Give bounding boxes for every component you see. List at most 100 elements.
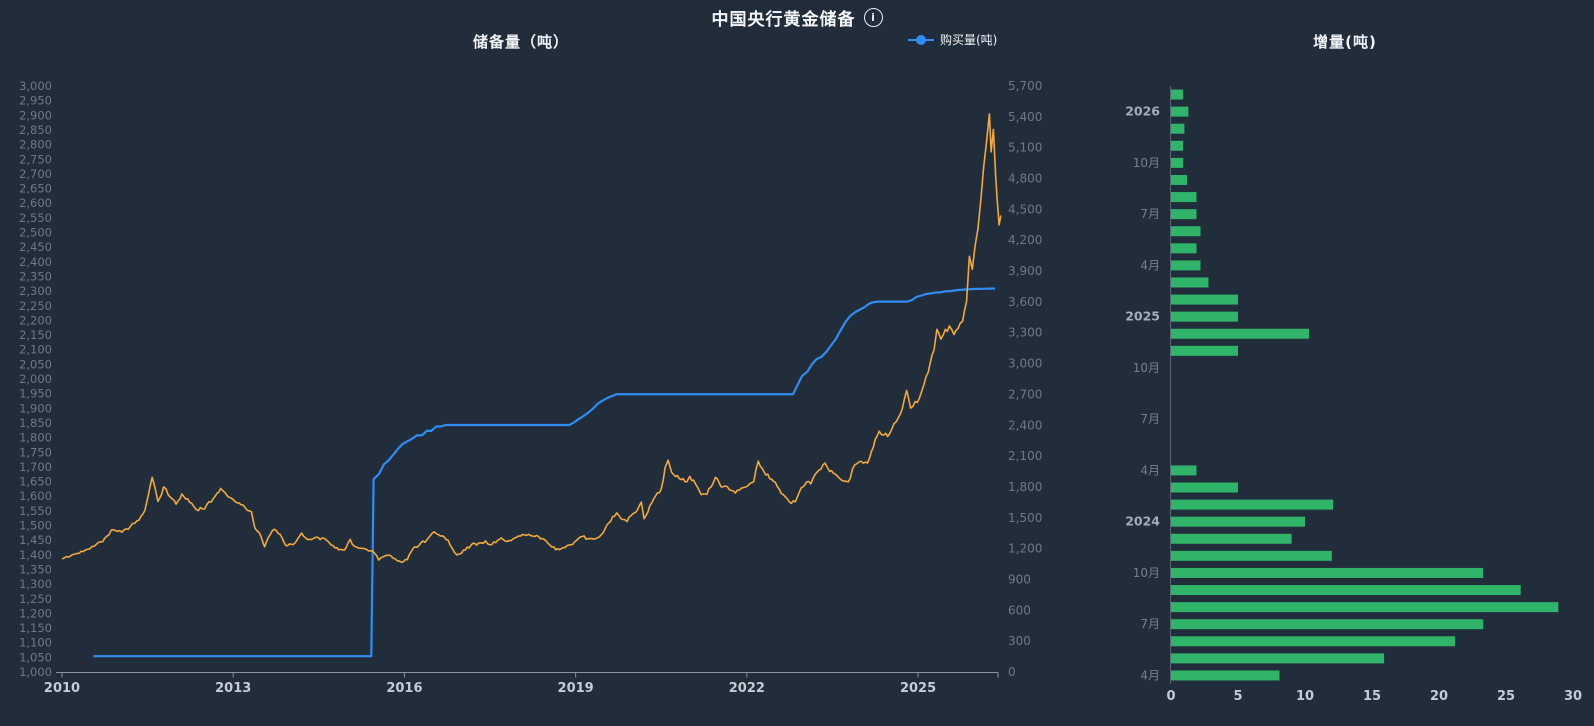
- left-y-axis-label: 1,700: [19, 460, 52, 474]
- gold-reserve-dashboard: 中国央行黄金储备 i 储备量（吨） 购买量(吨) 增量(吨) 3,0002,95…: [0, 0, 1594, 726]
- left-y-axis-label: 2,900: [19, 108, 52, 122]
- bar-month-label: 7月: [1140, 207, 1160, 221]
- left-y-axis-label: 1,600: [19, 489, 52, 503]
- bar-month-label: 10月: [1133, 361, 1160, 375]
- x-axis-year-label: 2022: [729, 681, 765, 696]
- increment-bar[interactable]: [1171, 90, 1183, 100]
- right-y-axis-label: 5,100: [1008, 141, 1042, 155]
- increment-bar[interactable]: [1171, 534, 1292, 544]
- left-y-axis-label: 2,000: [19, 372, 52, 386]
- left-y-axis-label: 1,350: [19, 562, 52, 576]
- left-y-axis-label: 1,100: [19, 636, 52, 650]
- bar-month-label: 10月: [1133, 566, 1160, 580]
- left-y-axis-label: 2,200: [19, 313, 52, 327]
- left-y-axis-label: 1,150: [19, 621, 52, 635]
- bar-month-label: 4月: [1140, 463, 1160, 477]
- right-y-axis-label: 3,000: [1008, 357, 1042, 371]
- increment-bar[interactable]: [1171, 670, 1280, 680]
- increment-bar[interactable]: [1171, 226, 1201, 236]
- left-y-axis-label: 1,000: [19, 665, 52, 679]
- right-y-axis-label: 4,200: [1008, 233, 1042, 247]
- left-y-axis-label: 1,300: [19, 577, 52, 591]
- left-y-axis-label: 1,050: [19, 650, 52, 664]
- bar-month-label: 4月: [1140, 668, 1160, 682]
- right-y-axis-label: 0: [1008, 665, 1016, 679]
- increment-bar[interactable]: [1171, 260, 1201, 270]
- increment-bar[interactable]: [1171, 551, 1332, 561]
- right-y-axis-label: 3,600: [1008, 295, 1042, 309]
- right-y-axis-label: 2,400: [1008, 418, 1042, 432]
- left-y-axis-label: 1,850: [19, 416, 52, 430]
- right-y-axis-label: 4,500: [1008, 202, 1042, 216]
- bar-year-label: 2024: [1125, 514, 1160, 529]
- left-y-axis-label: 2,550: [19, 211, 52, 225]
- increment-bar[interactable]: [1171, 192, 1197, 202]
- right-y-axis-label: 600: [1008, 603, 1031, 617]
- increment-bar[interactable]: [1171, 636, 1455, 646]
- bar-month-label: 10月: [1133, 156, 1160, 170]
- increment-bar[interactable]: [1171, 500, 1333, 510]
- bar-month-label: 4月: [1140, 258, 1160, 272]
- left-y-axis-label: 2,150: [19, 328, 52, 342]
- right-y-axis-label: 1,500: [1008, 511, 1042, 525]
- increment-bar[interactable]: [1171, 312, 1238, 322]
- increment-bar[interactable]: [1171, 175, 1187, 185]
- left-y-axis-label: 1,750: [19, 445, 52, 459]
- left-y-axis-label: 1,200: [19, 606, 52, 620]
- left-y-axis-label: 2,650: [19, 182, 52, 196]
- increment-bar[interactable]: [1171, 141, 1183, 151]
- increment-bar[interactable]: [1171, 158, 1183, 168]
- left-y-axis-label: 2,700: [19, 167, 52, 181]
- increment-bar[interactable]: [1171, 107, 1188, 117]
- left-y-axis-label: 2,250: [19, 299, 52, 313]
- left-y-axis-label: 3,000: [19, 79, 52, 93]
- right-y-axis-label: 3,300: [1008, 326, 1042, 340]
- left-y-axis-label: 2,100: [19, 343, 52, 357]
- left-y-axis-label: 2,400: [19, 255, 52, 269]
- increment-bar[interactable]: [1171, 465, 1197, 475]
- x-axis-year-label: 2013: [215, 681, 251, 696]
- left-y-axis-label: 1,550: [19, 504, 52, 518]
- left-y-axis-label: 2,500: [19, 226, 52, 240]
- bar-x-axis-label: 10: [1296, 689, 1314, 704]
- left-y-axis-label: 2,450: [19, 240, 52, 254]
- increment-bar[interactable]: [1171, 517, 1305, 527]
- left-y-axis-label: 2,300: [19, 284, 52, 298]
- bar-year-label: 2025: [1125, 309, 1160, 324]
- increment-bar[interactable]: [1171, 602, 1558, 612]
- bar-x-axis-label: 0: [1166, 689, 1175, 704]
- left-y-axis-label: 1,950: [19, 387, 52, 401]
- bar-month-label: 7月: [1140, 617, 1160, 631]
- increment-bar[interactable]: [1171, 483, 1238, 493]
- right-y-axis-label: 1,800: [1008, 480, 1042, 494]
- increment-bar[interactable]: [1171, 277, 1209, 287]
- increment-bar[interactable]: [1171, 568, 1483, 578]
- increment-bar[interactable]: [1171, 295, 1238, 305]
- left-y-axis-label: 1,250: [19, 592, 52, 606]
- price-series-line[interactable]: [62, 114, 1001, 562]
- increment-bar[interactable]: [1171, 346, 1238, 356]
- increment-bar[interactable]: [1171, 619, 1483, 629]
- increment-bar[interactable]: [1171, 329, 1309, 339]
- left-y-axis-label: 2,850: [19, 123, 52, 137]
- increment-bar[interactable]: [1171, 124, 1184, 134]
- purchase-series-line[interactable]: [93, 289, 995, 657]
- left-y-axis-label: 2,600: [19, 196, 52, 210]
- bar-x-axis-label: 25: [1497, 689, 1515, 704]
- increment-bar[interactable]: [1171, 243, 1197, 253]
- charts-canvas: 3,0002,9502,9002,8502,8002,7502,7002,650…: [0, 0, 1594, 726]
- bar-year-label: 2026: [1125, 104, 1160, 119]
- right-y-axis-label: 1,200: [1008, 542, 1042, 556]
- bar-x-axis-label: 15: [1363, 689, 1381, 704]
- increment-bar[interactable]: [1171, 209, 1197, 219]
- right-y-axis-label: 3,900: [1008, 264, 1042, 278]
- increment-bar[interactable]: [1171, 585, 1521, 595]
- increment-bar[interactable]: [1171, 653, 1384, 663]
- x-axis-year-label: 2019: [558, 681, 594, 696]
- right-y-axis-label: 300: [1008, 634, 1031, 648]
- bar-x-axis-label: 5: [1233, 689, 1242, 704]
- left-y-axis-label: 1,500: [19, 519, 52, 533]
- bar-month-label: 7月: [1140, 412, 1160, 426]
- left-y-axis-label: 1,800: [19, 431, 52, 445]
- left-y-axis-label: 1,650: [19, 475, 52, 489]
